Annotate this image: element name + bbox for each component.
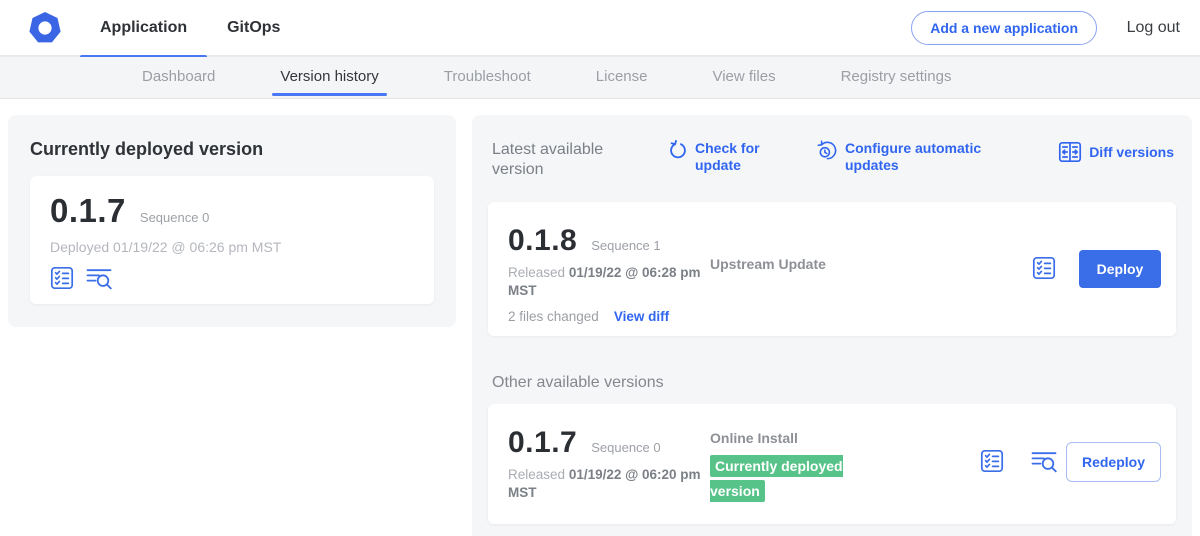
check-for-update-label: Check for update <box>695 140 767 174</box>
release-notes-icon[interactable] <box>980 449 1004 473</box>
tab-application[interactable]: Application <box>80 0 207 57</box>
tab-troubleshoot[interactable]: Troubleshoot <box>436 57 539 98</box>
tab-license[interactable]: License <box>588 57 656 98</box>
refresh-icon <box>668 140 688 160</box>
released-label: Released <box>508 265 565 280</box>
deployed-panel-title: Currently deployed version <box>30 139 434 160</box>
currently-deployed-badge: Currently deployed version <box>710 455 843 502</box>
clock-refresh-icon <box>817 140 838 161</box>
other-sequence-label: Sequence 0 <box>591 440 660 455</box>
updates-header: Latest available version Check for updat… <box>488 140 1176 180</box>
latest-version-number: 0.1.8 <box>508 224 577 258</box>
tab-view-files[interactable]: View files <box>704 57 783 98</box>
diff-versions-label: Diff versions <box>1089 144 1174 161</box>
other-version-card: 0.1.7 Sequence 0 Released 01/19/22 @ 06:… <box>488 404 1176 524</box>
other-versions-heading: Other available versions <box>492 374 1176 392</box>
add-application-button[interactable]: Add a new application <box>911 11 1097 45</box>
deployed-version-card: 0.1.7 Sequence 0 Deployed 01/19/22 @ 06:… <box>30 176 434 304</box>
app-logo-icon <box>28 11 62 45</box>
deployed-sequence-label: Sequence 0 <box>140 210 209 225</box>
files-changed-text: 2 files changed <box>508 309 599 324</box>
tab-version-history[interactable]: Version history <box>272 57 386 98</box>
other-released-text: Released 01/19/22 @ 06:20 pm MST <box>508 466 713 502</box>
currently-deployed-panel: Currently deployed version 0.1.7 Sequenc… <box>8 115 456 327</box>
app-window: Application GitOps Add a new application… <box>0 0 1200 536</box>
deploy-button[interactable]: Deploy <box>1079 250 1161 288</box>
tab-gitops[interactable]: GitOps <box>207 0 300 57</box>
available-updates-panel: Latest available version Check for updat… <box>472 115 1192 536</box>
deployed-version-number: 0.1.7 <box>50 192 126 230</box>
other-version-source: Online Install <box>710 430 798 446</box>
configure-automatic-updates-button[interactable]: Configure automatic updates <box>817 140 987 174</box>
currently-deployed-badge-wrap: Currently deployed version <box>710 454 852 504</box>
configure-automatic-updates-label: Configure automatic updates <box>845 140 987 174</box>
released-label: Released <box>508 467 565 482</box>
latest-sequence-label: Sequence 1 <box>591 238 660 253</box>
tab-dashboard[interactable]: Dashboard <box>134 57 223 98</box>
app-sub-nav: Dashboard Version history Troubleshoot L… <box>0 57 1200 99</box>
logout-button[interactable]: Log out <box>1121 0 1186 55</box>
view-logs-icon[interactable] <box>1031 449 1057 473</box>
updates-panel-title: Latest available version <box>492 140 620 180</box>
view-logs-icon[interactable] <box>86 266 112 290</box>
primary-tabs: Application GitOps <box>80 0 300 57</box>
deployed-date-text: Deployed 01/19/22 @ 06:26 pm MST <box>50 239 414 255</box>
diff-versions-icon <box>1058 140 1082 164</box>
view-diff-link[interactable]: View diff <box>614 309 669 324</box>
latest-version-source: Upstream Update <box>710 256 826 272</box>
check-for-update-button[interactable]: Check for update <box>668 140 767 174</box>
release-notes-icon[interactable] <box>50 266 74 290</box>
diff-versions-button[interactable]: Diff versions <box>1058 140 1174 164</box>
latest-released-text: Released 01/19/22 @ 06:28 pm MST <box>508 264 713 300</box>
top-nav: Application GitOps Add a new application… <box>0 0 1200 57</box>
latest-version-card: 0.1.8 Sequence 1 Released 01/19/22 @ 06:… <box>488 202 1176 336</box>
tab-registry-settings[interactable]: Registry settings <box>833 57 960 98</box>
other-version-number: 0.1.7 <box>508 426 577 460</box>
release-notes-icon[interactable] <box>1032 256 1056 280</box>
redeploy-button[interactable]: Redeploy <box>1066 442 1161 482</box>
